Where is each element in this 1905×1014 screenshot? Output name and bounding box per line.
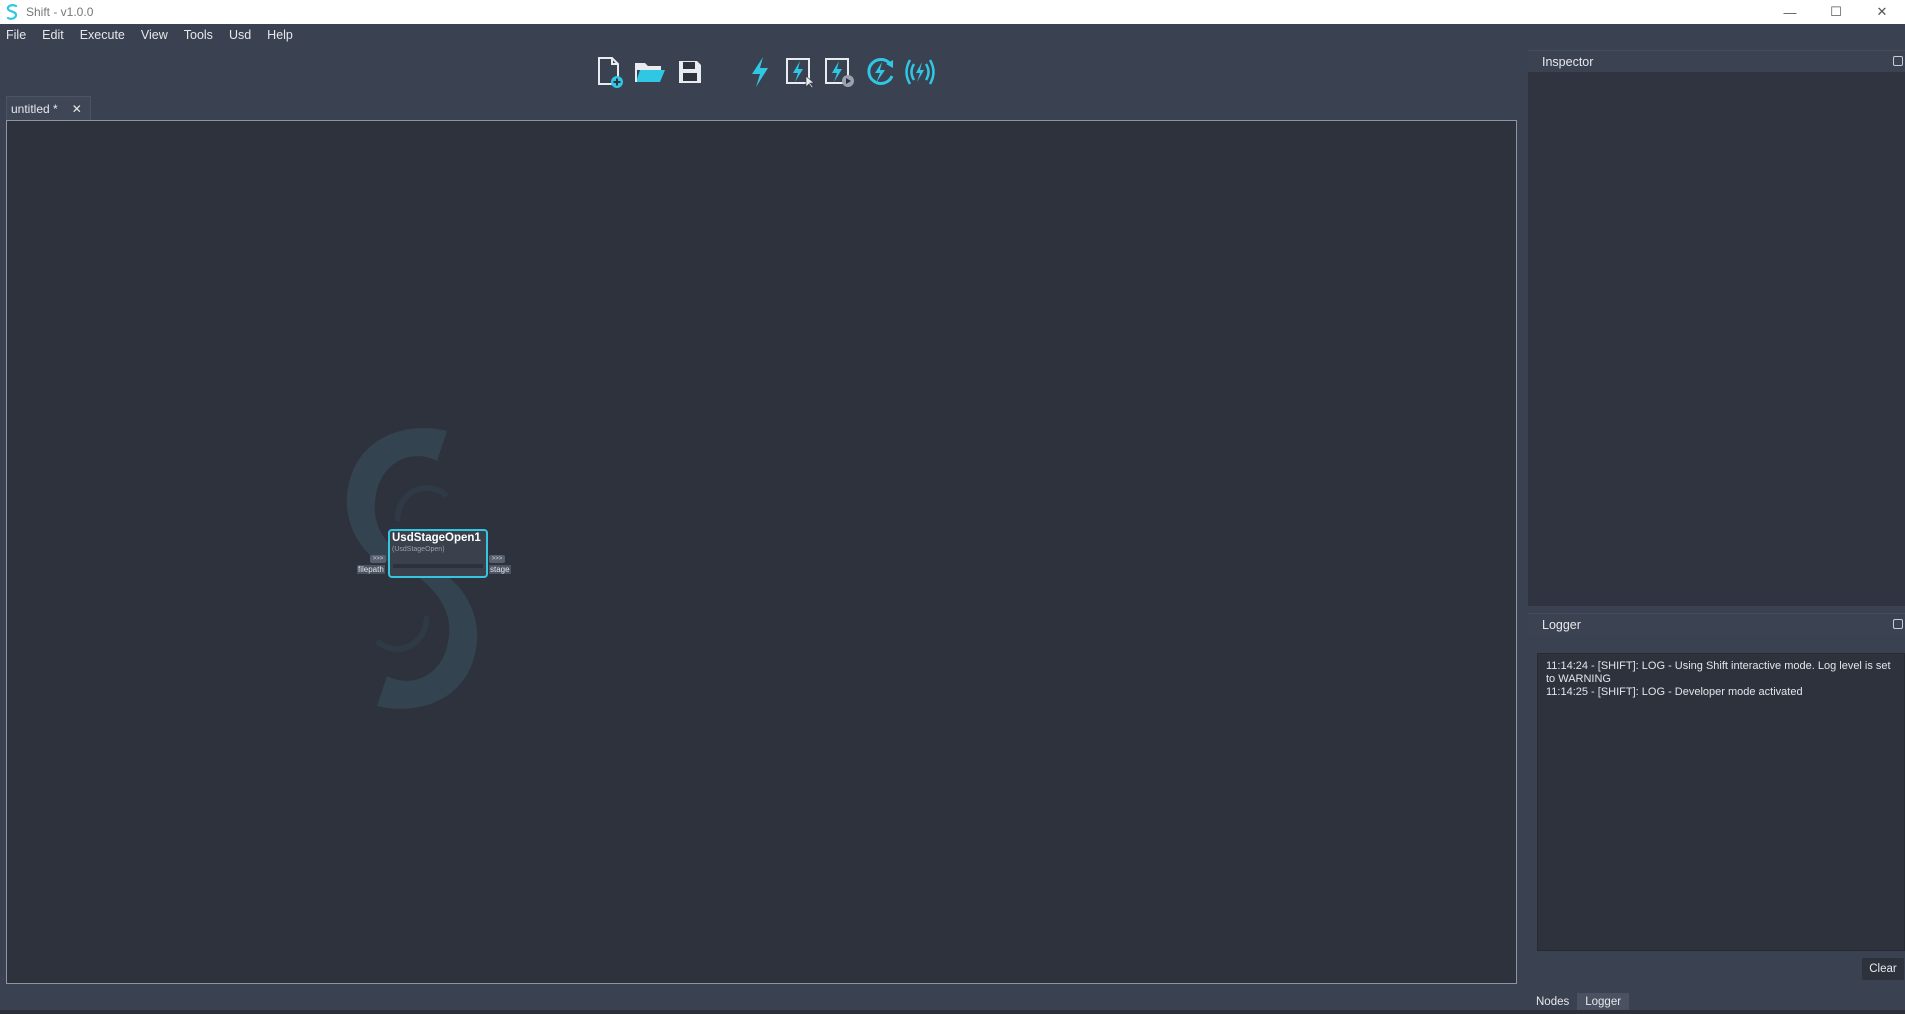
node-type-label: (UsdStageOpen) <box>392 546 445 553</box>
window-title: Shift - v1.0.0 <box>26 5 94 19</box>
menu-tools[interactable]: Tools <box>184 28 221 42</box>
input-port-filepath[interactable]: >>> <box>370 555 386 563</box>
log-line: 11:14:24 - [SHIFT]: LOG - Using Shift in… <box>1546 660 1891 672</box>
inspector-body <box>1528 72 1905 606</box>
inspector-panel: Inspector <box>1528 50 1905 606</box>
title-bar: Shift - v1.0.0 — ☐ ✕ <box>0 0 1905 24</box>
tab-label: untitled * <box>11 101 58 116</box>
tab-close-icon[interactable]: ✕ <box>72 102 82 116</box>
menu-execute[interactable]: Execute <box>80 28 133 42</box>
open-folder-icon <box>635 63 665 82</box>
clear-log-button[interactable]: Clear <box>1862 958 1904 980</box>
inspector-header: Inspector <box>1528 50 1905 72</box>
execute-broadcast-button[interactable] <box>900 52 940 92</box>
taskbar-strip <box>0 1010 1905 1014</box>
execute-scheduled-button[interactable] <box>820 52 860 92</box>
execute-refresh-icon <box>867 57 894 85</box>
log-output[interactable]: 11:14:24 - [SHIFT]: LOG - Using Shift in… <box>1537 653 1905 951</box>
maximize-button[interactable]: ☐ <box>1813 0 1859 24</box>
app-logo-icon <box>0 0 24 24</box>
new-file-button[interactable] <box>590 52 630 92</box>
tab-untitled[interactable]: untitled * ✕ <box>6 96 91 120</box>
save-file-button[interactable] <box>670 52 710 92</box>
menu-edit[interactable]: Edit <box>42 28 72 42</box>
execute-broadcast-icon <box>905 59 935 85</box>
input-port-label: filepath <box>357 565 385 574</box>
graph-canvas[interactable]: >>> filepath UsdStageOpen1 (UsdStageOpen… <box>6 120 1517 984</box>
menu-file[interactable]: File <box>6 28 34 42</box>
minimize-button[interactable]: — <box>1767 0 1813 24</box>
node-title: UsdStageOpen1 <box>392 532 481 544</box>
output-port-stage[interactable]: >>> <box>489 555 505 563</box>
node-status-bar <box>393 564 483 568</box>
tab-logger[interactable]: Logger <box>1577 993 1630 1011</box>
panel-splitter[interactable] <box>1528 606 1905 613</box>
main-toolbar <box>590 52 940 92</box>
open-file-button[interactable] <box>630 52 670 92</box>
execute-refresh-button[interactable] <box>860 52 900 92</box>
node-usd-stage-open[interactable]: UsdStageOpen1 (UsdStageOpen) <box>388 529 488 578</box>
logger-panel: Logger 11:14:24 - [SHIFT]: LOG - Using S… <box>1528 613 1905 998</box>
menu-bar: File Edit Execute View Tools Usd Help <box>0 24 1905 46</box>
tab-nodes[interactable]: Nodes <box>1528 993 1577 1011</box>
logger-title: Logger <box>1542 617 1581 632</box>
execute-selected-icon <box>786 58 815 88</box>
close-window-button[interactable]: ✕ <box>1859 0 1905 24</box>
log-line: 11:14:25 - [SHIFT]: LOG - Developer mode… <box>1546 686 1803 698</box>
new-file-icon <box>598 57 623 88</box>
logger-header: Logger <box>1528 613 1905 635</box>
log-line: to WARNING <box>1546 673 1611 685</box>
save-icon <box>679 61 701 83</box>
execute-selected-button[interactable] <box>780 52 820 92</box>
menu-view[interactable]: View <box>141 28 176 42</box>
menu-help[interactable]: Help <box>267 28 301 42</box>
window-controls: — ☐ ✕ <box>1767 0 1905 24</box>
execute-button[interactable] <box>740 52 780 92</box>
inspector-title: Inspector <box>1542 54 1594 69</box>
menu-usd[interactable]: Usd <box>229 28 259 42</box>
float-panel-icon[interactable] <box>1893 619 1903 629</box>
output-port-label: stage <box>489 565 511 574</box>
float-panel-icon[interactable] <box>1893 56 1903 66</box>
execute-icon <box>752 57 768 87</box>
graph-tab-strip: untitled * ✕ <box>6 96 91 120</box>
execute-scheduled-icon <box>825 58 854 87</box>
